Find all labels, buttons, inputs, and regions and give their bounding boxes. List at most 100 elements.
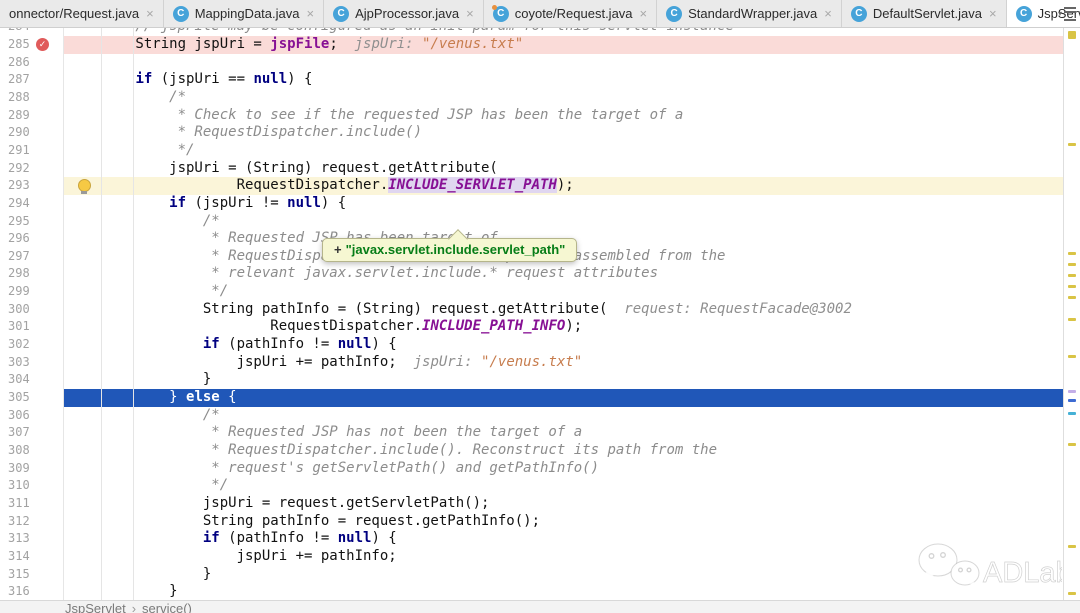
code-line-284[interactable]: 284 // jspFile may be configured as an i… xyxy=(0,28,1063,36)
line-number[interactable]: 313 xyxy=(8,530,30,548)
close-icon[interactable]: × xyxy=(306,6,314,21)
line-number[interactable]: 301 xyxy=(8,318,30,336)
stripe-mark[interactable] xyxy=(1068,399,1076,402)
stripe-mark[interactable] xyxy=(1068,274,1076,277)
code-line-316[interactable]: 316 } xyxy=(0,583,1063,600)
code-line-286[interactable]: 286 xyxy=(0,54,1063,72)
code-line-291[interactable]: 291 */ xyxy=(0,142,1063,160)
tab-defaultservlet-java[interactable]: CDefaultServlet.java× xyxy=(842,0,1007,27)
line-number[interactable]: 297 xyxy=(8,248,30,266)
code-line-314[interactable]: 314 jspUri += pathInfo; xyxy=(0,548,1063,566)
line-number[interactable]: 303 xyxy=(8,354,30,372)
line-number[interactable]: 309 xyxy=(8,460,30,478)
line-number[interactable]: 285 xyxy=(8,36,30,54)
line-number[interactable]: 294 xyxy=(8,195,30,213)
code-line-293[interactable]: 293 RequestDispatcher.INCLUDE_SERVLET_PA… xyxy=(0,177,1063,195)
line-number[interactable]: 291 xyxy=(8,142,30,160)
line-number[interactable]: 306 xyxy=(8,407,30,425)
line-number[interactable]: 293 xyxy=(8,177,30,195)
line-number[interactable]: 287 xyxy=(8,71,30,89)
code-line-311[interactable]: 311 jspUri = request.getServletPath(); xyxy=(0,495,1063,513)
line-number[interactable]: 292 xyxy=(8,160,30,178)
line-number[interactable]: 289 xyxy=(8,107,30,125)
line-number[interactable]: 308 xyxy=(8,442,30,460)
tab-coyote-request-java[interactable]: Ccoyote/Request.java× xyxy=(484,0,657,27)
close-icon[interactable]: × xyxy=(989,6,997,21)
tab-list-button[interactable]: ▾ xyxy=(1058,0,1076,27)
stripe-mark[interactable] xyxy=(1068,143,1076,146)
stripe-mark[interactable] xyxy=(1068,390,1076,393)
error-stripe[interactable] xyxy=(1063,28,1080,600)
close-icon[interactable]: × xyxy=(146,6,154,21)
close-icon[interactable]: × xyxy=(824,6,832,21)
stripe-mark[interactable] xyxy=(1068,443,1076,446)
line-number[interactable]: 314 xyxy=(8,548,30,566)
tab-label: onnector/Request.java xyxy=(9,6,139,21)
code-line-315[interactable]: 315 } xyxy=(0,566,1063,584)
code-line-298[interactable]: 298 * relevant javax.servlet.include.* r… xyxy=(0,265,1063,283)
stripe-mark[interactable] xyxy=(1068,545,1076,548)
line-number[interactable]: 284 xyxy=(8,28,30,36)
stripe-mark[interactable] xyxy=(1068,31,1076,39)
code-line-305[interactable]: 305 } else { xyxy=(0,389,1063,407)
tab-onnector-request-java[interactable]: onnector/Request.java × xyxy=(0,0,164,27)
code-line-285[interactable]: 285✓ String jspUri = jspFile; jspUri: "/… xyxy=(0,36,1063,54)
line-number[interactable]: 316 xyxy=(8,583,30,600)
code-line-295[interactable]: 295 /* xyxy=(0,213,1063,231)
line-number[interactable]: 305 xyxy=(8,389,30,407)
code-text: if (pathInfo != null) { xyxy=(68,336,397,354)
close-icon[interactable]: × xyxy=(466,6,474,21)
line-number[interactable]: 307 xyxy=(8,424,30,442)
code-line-290[interactable]: 290 * RequestDispatcher.include() xyxy=(0,124,1063,142)
breadcrumb-item[interactable]: JspServlet xyxy=(65,601,126,613)
code-line-310[interactable]: 310 */ xyxy=(0,477,1063,495)
line-number[interactable]: 295 xyxy=(8,213,30,231)
code-line-287[interactable]: 287 if (jspUri == null) { xyxy=(0,71,1063,89)
line-number[interactable]: 302 xyxy=(8,336,30,354)
stripe-mark[interactable] xyxy=(1068,263,1076,266)
code-line-308[interactable]: 308 * RequestDispatcher.include(). Recon… xyxy=(0,442,1063,460)
code-line-300[interactable]: 300 String pathInfo = (String) request.g… xyxy=(0,301,1063,319)
code-text: */ xyxy=(68,283,228,301)
close-icon[interactable]: × xyxy=(640,6,648,21)
code-line-289[interactable]: 289 * Check to see if the requested JSP … xyxy=(0,107,1063,125)
code-line-301[interactable]: 301 RequestDispatcher.INCLUDE_PATH_INFO)… xyxy=(0,318,1063,336)
code-line-299[interactable]: 299 */ xyxy=(0,283,1063,301)
code-line-303[interactable]: 303 jspUri += pathInfo; jspUri: "/venus.… xyxy=(0,354,1063,372)
line-number[interactable]: 298 xyxy=(8,265,30,283)
tab-ajpprocessor-java[interactable]: CAjpProcessor.java× xyxy=(324,0,484,27)
breadcrumb-item[interactable]: service() xyxy=(142,601,192,613)
stripe-mark[interactable] xyxy=(1068,285,1076,288)
tab-standardwrapper-java[interactable]: CStandardWrapper.java× xyxy=(657,0,842,27)
code-line-313[interactable]: 313 if (pathInfo != null) { xyxy=(0,530,1063,548)
code-line-309[interactable]: 309 * request's getServletPath() and get… xyxy=(0,460,1063,478)
code-line-307[interactable]: 307 * Requested JSP has not been the tar… xyxy=(0,424,1063,442)
editor[interactable]: 284 // jspFile may be configured as an i… xyxy=(0,28,1063,600)
code-line-294[interactable]: 294 if (jspUri != null) { xyxy=(0,195,1063,213)
stripe-mark[interactable] xyxy=(1068,412,1076,415)
stripe-mark[interactable] xyxy=(1068,296,1076,299)
stripe-mark[interactable] xyxy=(1068,318,1076,321)
stripe-mark[interactable] xyxy=(1068,592,1076,595)
line-number[interactable]: 311 xyxy=(8,495,30,513)
stripe-mark[interactable] xyxy=(1068,355,1076,358)
line-number[interactable]: 286 xyxy=(8,54,30,72)
line-number[interactable]: 296 xyxy=(8,230,30,248)
line-number[interactable]: 310 xyxy=(8,477,30,495)
line-number[interactable]: 300 xyxy=(8,301,30,319)
breakpoint-icon[interactable]: ✓ xyxy=(36,38,49,51)
code-line-304[interactable]: 304 } xyxy=(0,371,1063,389)
code-line-312[interactable]: 312 String pathInfo = request.getPathInf… xyxy=(0,513,1063,531)
line-number[interactable]: 304 xyxy=(8,371,30,389)
code-line-302[interactable]: 302 if (pathInfo != null) { xyxy=(0,336,1063,354)
line-number[interactable]: 288 xyxy=(8,89,30,107)
line-number[interactable]: 315 xyxy=(8,566,30,584)
line-number[interactable]: 290 xyxy=(8,124,30,142)
line-number[interactable]: 299 xyxy=(8,283,30,301)
code-line-292[interactable]: 292 jspUri = (String) request.getAttribu… xyxy=(0,160,1063,178)
code-line-306[interactable]: 306 /* xyxy=(0,407,1063,425)
line-number[interactable]: 312 xyxy=(8,513,30,531)
code-line-288[interactable]: 288 /* xyxy=(0,89,1063,107)
stripe-mark[interactable] xyxy=(1068,252,1076,255)
tab-mappingdata-java[interactable]: CMappingData.java× xyxy=(164,0,324,27)
